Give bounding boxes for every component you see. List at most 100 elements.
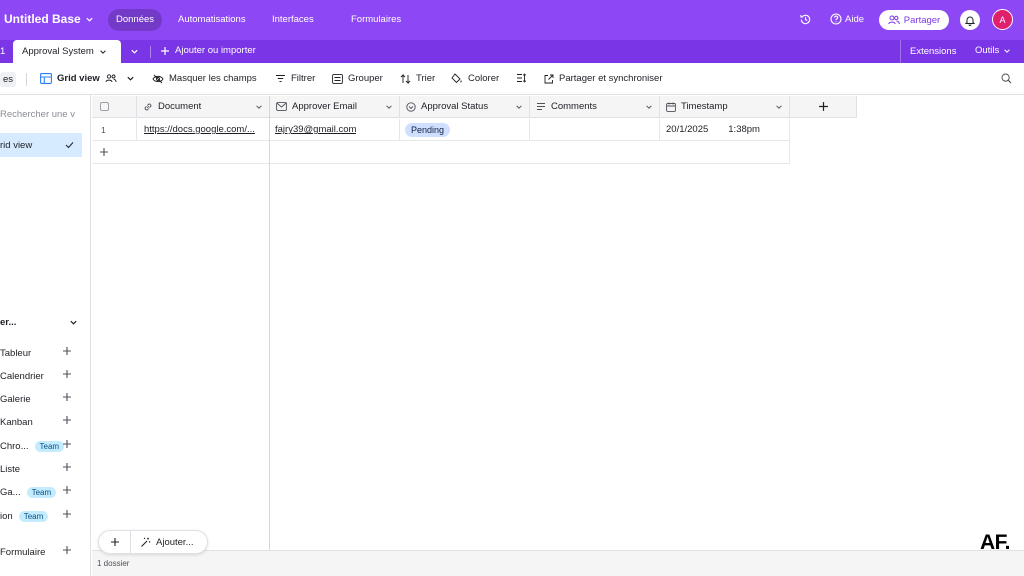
timestamp-time: 1:38pm bbox=[728, 124, 760, 135]
filter-button[interactable]: Filtrer bbox=[275, 73, 315, 84]
view-search-input[interactable]: Rechercher une v bbox=[0, 109, 75, 120]
sort-label: Trier bbox=[416, 73, 436, 84]
divider bbox=[900, 40, 901, 63]
tab-forms[interactable]: Formulaires bbox=[343, 9, 409, 31]
create-view-list[interactable]: Liste bbox=[0, 461, 72, 477]
cell-timestamp[interactable]: 20/1/2025 1:38pm bbox=[660, 119, 790, 141]
user-avatar[interactable]: A bbox=[992, 9, 1013, 30]
plus-icon bbox=[63, 463, 71, 471]
cell-approval-status[interactable]: Pending bbox=[400, 119, 530, 141]
watermark-logo: AF. bbox=[980, 531, 1011, 554]
top-navigation-bar: Untitled Base Données Automatisations In… bbox=[0, 0, 1024, 40]
column-header-approver-email[interactable]: Approver Email bbox=[270, 96, 400, 118]
share-button[interactable]: Partager bbox=[879, 10, 949, 30]
hide-fields-label: Masquer les champs bbox=[169, 73, 257, 84]
chevron-down-icon[interactable] bbox=[255, 103, 263, 111]
create-view-section[interactable]: ion Team bbox=[0, 508, 72, 524]
plus-icon bbox=[110, 538, 119, 546]
column-header-document[interactable]: Document bbox=[137, 96, 270, 118]
document-link[interactable]: https://docs.google.com/... bbox=[144, 124, 255, 135]
help-button[interactable]: Aide bbox=[830, 13, 864, 25]
create-view-kanban[interactable]: Kanban bbox=[0, 414, 72, 430]
plus-icon bbox=[63, 393, 71, 401]
create-view-label: ion bbox=[0, 510, 13, 522]
select-all-checkbox[interactable] bbox=[100, 102, 109, 111]
link-icon bbox=[144, 103, 152, 110]
search-icon[interactable] bbox=[1001, 73, 1012, 84]
create-section-header[interactable]: er... bbox=[0, 317, 78, 328]
sort-button[interactable]: Trier bbox=[400, 73, 435, 84]
check-icon bbox=[65, 142, 74, 149]
add-or-import-label: Ajouter ou importer bbox=[175, 45, 256, 56]
notifications-button[interactable] bbox=[960, 10, 980, 30]
cell-document[interactable]: https://docs.google.com/... bbox=[137, 119, 270, 141]
chevron-down-icon bbox=[70, 320, 77, 325]
create-view-form[interactable]: Formulaire bbox=[0, 544, 72, 560]
history-icon[interactable] bbox=[799, 13, 812, 26]
plus-icon bbox=[63, 440, 71, 448]
create-view-label: Formulaire bbox=[0, 546, 46, 558]
tab-data[interactable]: Données bbox=[108, 9, 163, 31]
chevron-down-icon[interactable] bbox=[645, 103, 653, 111]
plus-icon bbox=[63, 416, 71, 424]
add-record-row[interactable] bbox=[92, 141, 790, 164]
plus-icon bbox=[100, 148, 108, 156]
column-header-approval-status[interactable]: Approval Status bbox=[400, 96, 530, 118]
add-field-button[interactable] bbox=[790, 96, 857, 118]
row-number[interactable]: 1 bbox=[92, 119, 137, 141]
views-toggle[interactable]: es bbox=[0, 72, 17, 87]
chevron-down-icon[interactable] bbox=[515, 103, 523, 111]
row-height-button[interactable] bbox=[516, 73, 527, 83]
view-switcher[interactable]: Grid view bbox=[40, 73, 135, 84]
column-header-label: Approval Status bbox=[421, 101, 489, 112]
all-tables-chevron-icon[interactable] bbox=[130, 47, 139, 56]
create-view-label: Liste bbox=[0, 463, 21, 475]
grid-icon bbox=[40, 73, 52, 84]
share-sync-label: Partager et synchroniser bbox=[559, 73, 663, 84]
chevron-down-icon bbox=[1004, 48, 1011, 53]
extensions-button[interactable]: Extensions bbox=[910, 46, 956, 57]
chevron-down-icon[interactable] bbox=[385, 103, 393, 111]
base-title[interactable]: Untitled Base bbox=[4, 12, 94, 26]
add-record-button[interactable] bbox=[99, 530, 131, 554]
hide-fields-button[interactable]: Masquer les champs bbox=[152, 73, 257, 84]
chevron-down-icon[interactable] bbox=[775, 103, 783, 111]
create-view-gallery[interactable]: Galerie bbox=[0, 391, 72, 407]
plus-icon bbox=[63, 510, 71, 518]
email-link[interactable]: fajry39@gmail.com bbox=[275, 124, 356, 135]
tab-automations[interactable]: Automatisations bbox=[170, 9, 254, 31]
plus-icon bbox=[63, 546, 71, 554]
table-tab-fragment[interactable]: 1 bbox=[0, 46, 5, 57]
create-section-label: er... bbox=[0, 317, 17, 328]
table-tab-approval-system[interactable]: Approval System bbox=[13, 40, 121, 63]
chevron-down-icon bbox=[100, 49, 106, 54]
ai-add-button[interactable]: Ajouter... bbox=[131, 537, 194, 548]
share-sync-button[interactable]: Partager et synchroniser bbox=[544, 73, 663, 84]
color-button[interactable]: Colorer bbox=[451, 73, 499, 84]
column-header-label: Approver Email bbox=[292, 101, 357, 112]
column-header-comments[interactable]: Comments bbox=[530, 96, 660, 118]
create-view-gantt[interactable]: Ga... Team bbox=[0, 484, 72, 500]
cell-approver-email[interactable]: fajry39@gmail.com bbox=[270, 119, 400, 141]
filter-icon bbox=[276, 75, 285, 82]
floating-actions: Ajouter... bbox=[98, 530, 208, 554]
sort-icon bbox=[400, 73, 411, 84]
cell-comments[interactable] bbox=[530, 119, 660, 141]
create-view-label: Ga... bbox=[0, 486, 21, 498]
create-view-grid[interactable]: Tableur bbox=[0, 345, 72, 361]
add-or-import-button[interactable]: Ajouter ou importer bbox=[160, 45, 256, 56]
plus-icon bbox=[63, 347, 71, 355]
plus-icon bbox=[63, 486, 71, 494]
collaborators-icon bbox=[105, 74, 117, 83]
sidebar-item-grid-view[interactable]: rid view bbox=[0, 133, 82, 157]
views-sidebar: Rechercher une v rid view er... Tableur … bbox=[0, 95, 91, 576]
create-view-timeline[interactable]: Chro... Team bbox=[0, 438, 72, 454]
status-pill: Pending bbox=[405, 122, 451, 137]
group-button[interactable]: Grouper bbox=[332, 73, 383, 84]
record-count: 1 dossier bbox=[97, 559, 130, 568]
column-header-timestamp[interactable]: Timestamp bbox=[660, 96, 790, 118]
tools-button[interactable]: Outils bbox=[975, 45, 1011, 56]
status-icon bbox=[406, 101, 416, 112]
create-view-calendar[interactable]: Calendrier bbox=[0, 368, 72, 384]
tab-interfaces[interactable]: Interfaces bbox=[264, 9, 322, 31]
